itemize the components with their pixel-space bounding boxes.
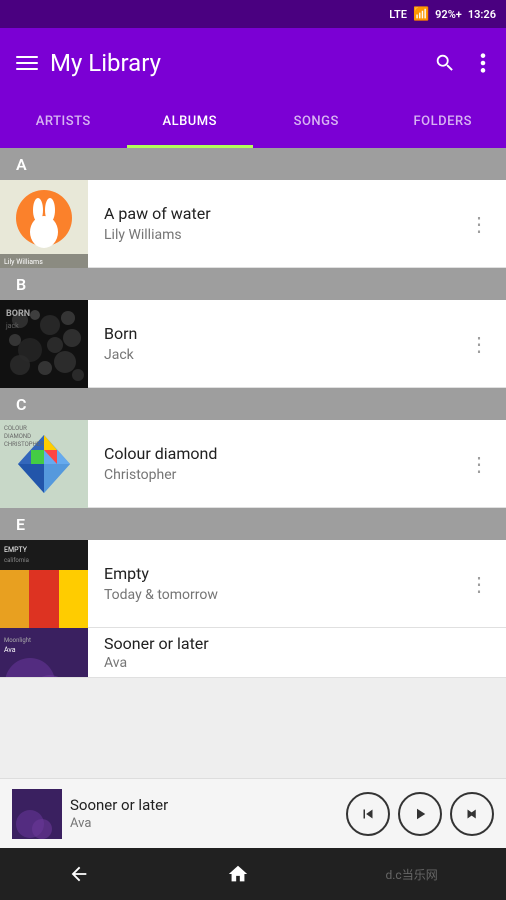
- svg-text:DIAMOND: DIAMOND: [4, 433, 31, 440]
- album-more-button[interactable]: ⋮: [453, 440, 506, 488]
- watermark-text: d.c当乐网: [377, 858, 445, 891]
- now-playing-bar: Sooner or later Ava: [0, 778, 506, 848]
- album-artist: Christopher: [104, 467, 437, 483]
- menu-button[interactable]: [16, 56, 38, 70]
- album-title: Empty: [104, 564, 437, 583]
- svg-text:BORN: BORN: [6, 309, 30, 319]
- section-header-e: E: [0, 508, 506, 540]
- next-icon: [463, 805, 481, 823]
- album-info: Sooner or later Ava: [88, 634, 506, 671]
- home-button[interactable]: [219, 855, 257, 893]
- list-item[interactable]: BORN jack Born Jack ⋮: [0, 300, 506, 388]
- now-playing-art: [12, 789, 62, 839]
- album-more-button[interactable]: ⋮: [453, 320, 506, 368]
- play-button[interactable]: [398, 792, 442, 836]
- album-art-born: BORN jack: [0, 300, 88, 388]
- now-playing-title: Sooner or later: [70, 796, 338, 814]
- tab-songs[interactable]: SONGS: [253, 98, 380, 148]
- svg-text:jack: jack: [5, 322, 19, 330]
- tab-albums[interactable]: ALBUMS: [127, 98, 254, 148]
- album-info: A paw of water Lily Williams: [88, 204, 453, 243]
- search-button[interactable]: [430, 48, 460, 78]
- back-button[interactable]: [60, 855, 98, 893]
- albums-list: A Lily Williams A paw of water Lily Will…: [0, 148, 506, 830]
- svg-text:COLOUR: COLOUR: [4, 425, 27, 432]
- back-icon: [68, 863, 90, 885]
- section-header-c: C: [0, 388, 506, 420]
- svg-text:CHRISTOPHER: CHRISTOPHER: [4, 441, 44, 448]
- album-info: Colour diamond Christopher: [88, 444, 453, 483]
- list-item[interactable]: Moonlight Ava Sooner or later Ava: [0, 628, 506, 678]
- album-info: Empty Today & tomorrow: [88, 564, 453, 603]
- svg-text:Moonlight: Moonlight: [4, 637, 31, 644]
- play-icon: [411, 805, 429, 823]
- next-button[interactable]: [450, 792, 494, 836]
- album-title: Born: [104, 324, 437, 343]
- album-artist: Jack: [104, 347, 437, 363]
- tab-folders[interactable]: FOLDERS: [380, 98, 506, 148]
- svg-text:EMPTY: EMPTY: [4, 546, 28, 554]
- album-title: A paw of water: [104, 204, 437, 223]
- now-playing-artist: Ava: [70, 816, 338, 831]
- album-title: Sooner or later: [104, 634, 490, 653]
- more-icon: [480, 52, 486, 74]
- tab-artists[interactable]: ARTISTS: [0, 98, 127, 148]
- previous-icon: [359, 805, 377, 823]
- album-info: Born Jack: [88, 324, 453, 363]
- app-bar: My Library: [0, 28, 506, 98]
- battery-indicator: 92%+: [435, 8, 462, 21]
- album-art-empty: EMPTY california: [0, 540, 88, 628]
- album-art-moonlight: Moonlight Ava: [0, 628, 88, 678]
- playback-controls: [346, 792, 494, 836]
- album-artist: Today & tomorrow: [104, 587, 437, 603]
- album-more-button[interactable]: ⋮: [453, 560, 506, 608]
- status-bar: LTE 📶 92%+ 13:26: [0, 0, 506, 28]
- album-more-button[interactable]: ⋮: [453, 200, 506, 248]
- time-display: 13:26: [468, 8, 496, 21]
- search-icon: [434, 52, 456, 74]
- app-title: My Library: [50, 49, 418, 77]
- svg-text:california: california: [4, 557, 29, 564]
- more-options-button[interactable]: [476, 48, 490, 78]
- signal-bars-icon: 📶: [413, 7, 429, 22]
- album-title: Colour diamond: [104, 444, 437, 463]
- bottom-nav-bar: d.c当乐网: [0, 848, 506, 900]
- section-header-b: B: [0, 268, 506, 300]
- album-artist: Lily Williams: [104, 227, 437, 243]
- app-bar-actions: [430, 48, 490, 78]
- now-playing-info: Sooner or later Ava: [70, 796, 338, 831]
- section-header-a: A: [0, 148, 506, 180]
- signal-indicator: LTE: [389, 8, 407, 21]
- album-art-diamond: COLOUR DIAMOND CHRISTOPHER: [0, 420, 88, 508]
- list-item[interactable]: EMPTY california Empty Today & tomorrow …: [0, 540, 506, 628]
- album-art-paw: Lily Williams: [0, 180, 88, 268]
- previous-button[interactable]: [346, 792, 390, 836]
- list-item[interactable]: COLOUR DIAMOND CHRISTOPHER Colour diamon…: [0, 420, 506, 508]
- list-item[interactable]: Lily Williams A paw of water Lily Willia…: [0, 180, 506, 268]
- svg-text:Lily Williams: Lily Williams: [4, 258, 43, 266]
- album-artist: Ava: [104, 655, 490, 671]
- svg-text:Ava: Ava: [4, 646, 16, 654]
- tab-bar: ARTISTS ALBUMS SONGS FOLDERS: [0, 98, 506, 148]
- home-icon: [227, 863, 249, 885]
